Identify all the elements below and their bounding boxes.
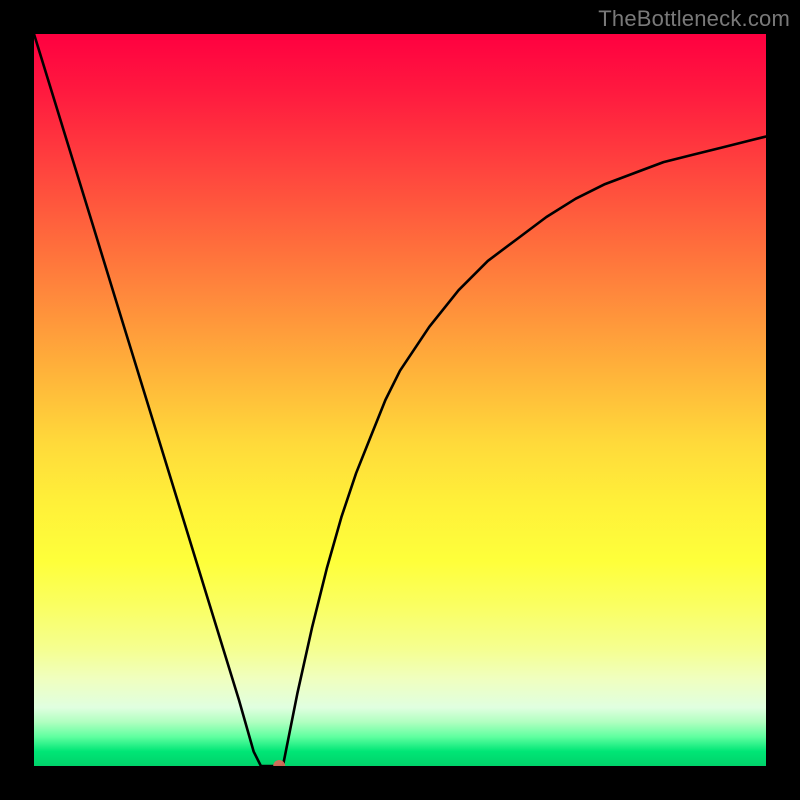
watermark-text: TheBottleneck.com xyxy=(598,6,790,32)
curve-line xyxy=(34,34,766,766)
chart-plot-area xyxy=(34,34,766,766)
bottleneck-curve xyxy=(34,34,766,766)
